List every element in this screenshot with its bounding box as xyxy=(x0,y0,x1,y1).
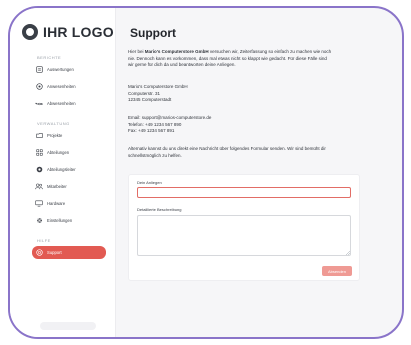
sidebar-item-label: Abteilungen xyxy=(47,150,70,155)
submit-button[interactable]: Absenden xyxy=(322,266,352,276)
grid-icon xyxy=(35,149,43,157)
sidebar-item-abteilungen[interactable]: Abteilungen xyxy=(32,147,106,158)
address-city: 12345 Computerstadt xyxy=(128,97,172,102)
sidebar-item-anwesenheiten[interactable]: Anwesenheiten xyxy=(32,81,106,92)
sidebar-item-einstellungen[interactable]: Einstellungen xyxy=(32,215,106,226)
section-label-berichte: BERICHTE xyxy=(37,55,62,60)
sidebar-item-mitarbeiter[interactable]: Mitarbeiter xyxy=(32,181,106,192)
intro-text: nie. Dennoch kann es vorkommen, dass mal… xyxy=(128,55,327,61)
intro-text: wir gerne für dich da und beantworten de… xyxy=(128,62,236,67)
gear-icon xyxy=(35,217,43,225)
monitor-icon xyxy=(35,200,43,208)
section-label-hilfe: HILFE xyxy=(37,238,51,243)
sidebar-item-projekte[interactable]: Projekte xyxy=(32,130,106,141)
intro-text: versuchen wir, Zeiterfassung so einfach … xyxy=(208,49,332,54)
logo-circle-icon xyxy=(22,24,38,40)
sidebar-item-auswertungen[interactable]: Auswertungen xyxy=(32,64,106,75)
subject-input[interactable] xyxy=(137,187,351,198)
description-label: Detaillierte Beschreibung xyxy=(137,207,182,212)
sidebar-item-support[interactable]: Support xyxy=(32,246,106,259)
address-block: Mario's Computerstore GmbH Computerstr. … xyxy=(128,84,400,104)
sidebar-item-label: Abteilungsleiter xyxy=(47,167,76,172)
sidebar-item-label: Projekte xyxy=(47,133,63,138)
logo-text: IHR LOGO xyxy=(43,24,114,40)
intro-brand: Mario's Computerstore GmbH xyxy=(144,49,209,54)
alternative-text: schnellstmöglich zu helfen. xyxy=(128,152,182,158)
resize-grip-icon[interactable] xyxy=(345,250,350,255)
alternative-text: Alternativ kannst du uns direkt eine Nac… xyxy=(128,146,326,151)
infinity-icon xyxy=(35,100,43,108)
app-window: IHR LOGO BERICHTE Auswertungen Anwesenhe… xyxy=(8,6,404,339)
address-name: Mario's Computerstore GmbH xyxy=(128,84,188,89)
report-icon xyxy=(35,66,43,74)
sidebar-item-label: Mitarbeiter xyxy=(47,184,67,189)
sidebar-item-abteilungsleiter[interactable]: Abteilungsleiter xyxy=(32,164,106,175)
contact-email[interactable]: Email: support@marios-computerstore.de xyxy=(128,115,211,120)
sidebar-item-label: Hardware xyxy=(47,201,66,206)
description-textarea[interactable] xyxy=(137,215,351,256)
contact-block: Email: support@marios-computerstore.de T… xyxy=(128,115,400,135)
sidebar-item-label: Support xyxy=(47,250,62,255)
badge-icon xyxy=(35,166,43,174)
folder-icon xyxy=(35,132,43,140)
contact-fax: Fax: +49 1234 567 891 xyxy=(128,128,175,133)
contact-phone: Telefon: +49 1234 567 890 xyxy=(128,121,182,127)
sidebar-item-abwesenheiten[interactable]: Abwesenheiten xyxy=(32,98,106,109)
sidebar-item-label: Abwesenheiten xyxy=(47,101,76,106)
support-form: Dein Anliegen Detaillierte Beschreibung … xyxy=(128,174,360,281)
address-street: Computerstr. 31 xyxy=(128,90,161,96)
users-icon xyxy=(35,183,43,191)
intro-paragraph: Hier bei Mario's Computerstore GmbH vers… xyxy=(128,49,400,69)
subject-label: Dein Anliegen xyxy=(137,180,162,185)
sidebar-item-label: Auswertungen xyxy=(47,67,74,72)
main-content: Support Hier bei Mario's Computerstore G… xyxy=(116,8,402,337)
check-circle-icon xyxy=(35,83,43,91)
sidebar-item-hardware[interactable]: Hardware xyxy=(32,198,106,209)
support-icon xyxy=(35,249,43,257)
sidebar: IHR LOGO BERICHTE Auswertungen Anwesenhe… xyxy=(10,8,116,337)
page-title: Support xyxy=(130,26,176,40)
sidebar-item-label: Einstellungen xyxy=(47,218,73,223)
sidebar-item-label: Anwesenheiten xyxy=(47,84,76,89)
intro-text: Hier bei xyxy=(128,49,145,54)
section-label-verwaltung: VERWALTUNG xyxy=(37,121,70,126)
logo: IHR LOGO xyxy=(22,24,114,40)
sidebar-footer-placeholder xyxy=(40,322,96,330)
alternative-paragraph: Alternativ kannst du uns direkt eine Nac… xyxy=(128,146,400,159)
